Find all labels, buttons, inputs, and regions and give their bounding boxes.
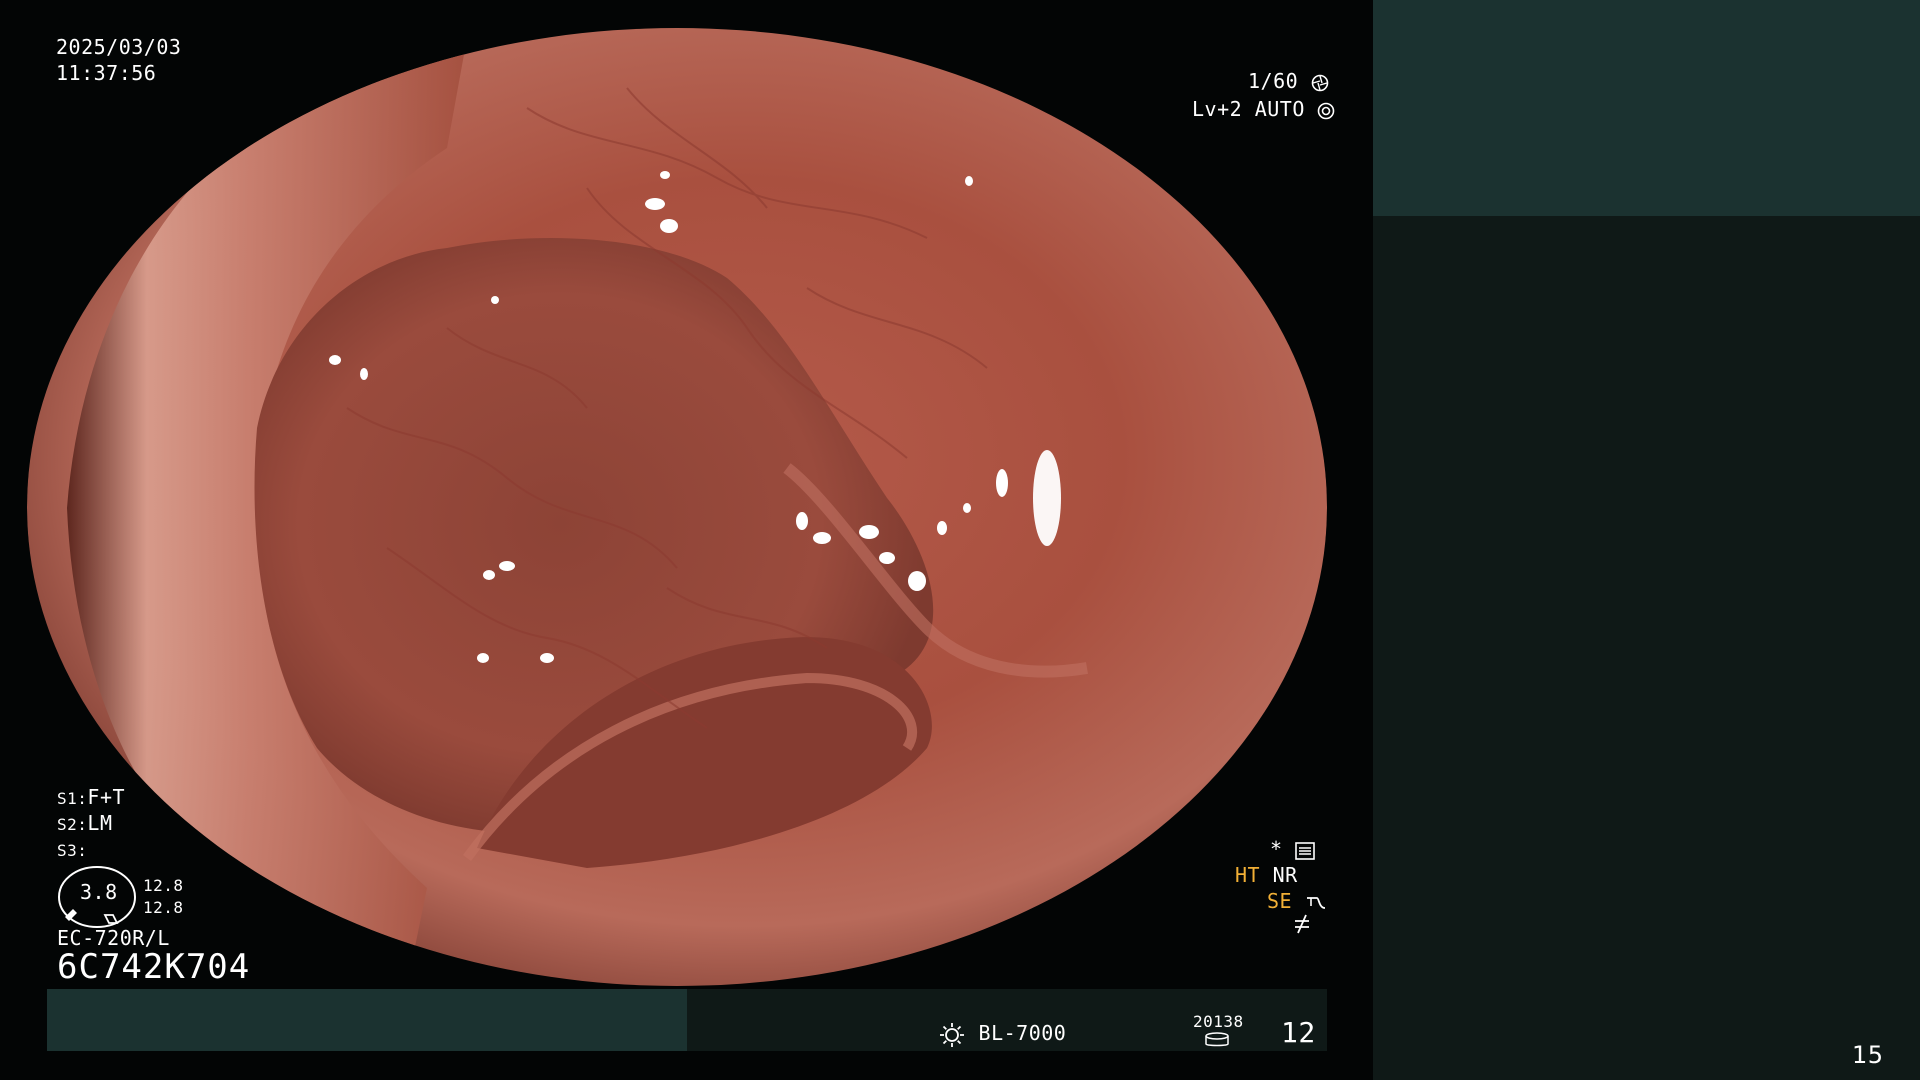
sun-icon xyxy=(940,1022,964,1047)
nr-label: NR xyxy=(1272,863,1298,887)
date-label: 2025/03/03 xyxy=(56,35,182,59)
shutter-readout: 1/60 xyxy=(1248,68,1329,94)
light-source-indicator: BL-7000 xyxy=(938,1020,1066,1049)
endoscopic-image xyxy=(27,28,1327,986)
s1-setting: S1:F+T xyxy=(57,784,125,810)
aperture-icon xyxy=(1311,74,1329,91)
iris-value: AUTO xyxy=(1254,97,1305,121)
settings-list-icon xyxy=(1295,841,1315,860)
settings-indicator: * xyxy=(1270,836,1315,862)
scope-serial: 6C742K704 xyxy=(57,947,251,987)
page-number: 15 xyxy=(1852,1041,1884,1069)
enhance-curve-icon xyxy=(1306,896,1325,909)
s3-setting: S3: xyxy=(57,836,87,862)
se-label: SE xyxy=(1267,889,1293,913)
dial-side-top: 12.8 xyxy=(143,876,184,895)
database-icon xyxy=(1205,1032,1229,1047)
ht-label: HT xyxy=(1235,863,1261,887)
storage-count: 20138 xyxy=(1193,1012,1244,1031)
shutter-value: 1/60 xyxy=(1248,69,1299,93)
se-indicator: SE xyxy=(1267,888,1327,914)
s3-label: S3: xyxy=(57,841,88,860)
time-label: 11:37:56 xyxy=(56,61,157,85)
s1-label: S1: xyxy=(57,789,88,808)
exposure-readout: Lv+2 AUTO xyxy=(1192,96,1335,122)
dial-value: 3.8 xyxy=(80,880,118,904)
s2-value: LM xyxy=(87,811,113,835)
iris-icon xyxy=(1318,102,1335,119)
frame-number: 12 xyxy=(1281,1016,1316,1049)
s2-setting: S2:LM xyxy=(57,810,113,836)
s1-value: F+T xyxy=(87,785,126,809)
side-panel-header xyxy=(1373,0,1920,216)
level-value: Lv+2 xyxy=(1192,97,1243,121)
s2-label: S2: xyxy=(57,815,88,834)
ht-nr-indicator: HT NR xyxy=(1235,862,1298,888)
footer-left-bar xyxy=(47,989,687,1051)
asterisk-mark: * xyxy=(1270,837,1283,861)
light-source-label: BL-7000 xyxy=(978,1021,1067,1045)
dial-side-bottom: 12.8 xyxy=(143,898,184,917)
not-equal-icon xyxy=(1295,914,1309,934)
